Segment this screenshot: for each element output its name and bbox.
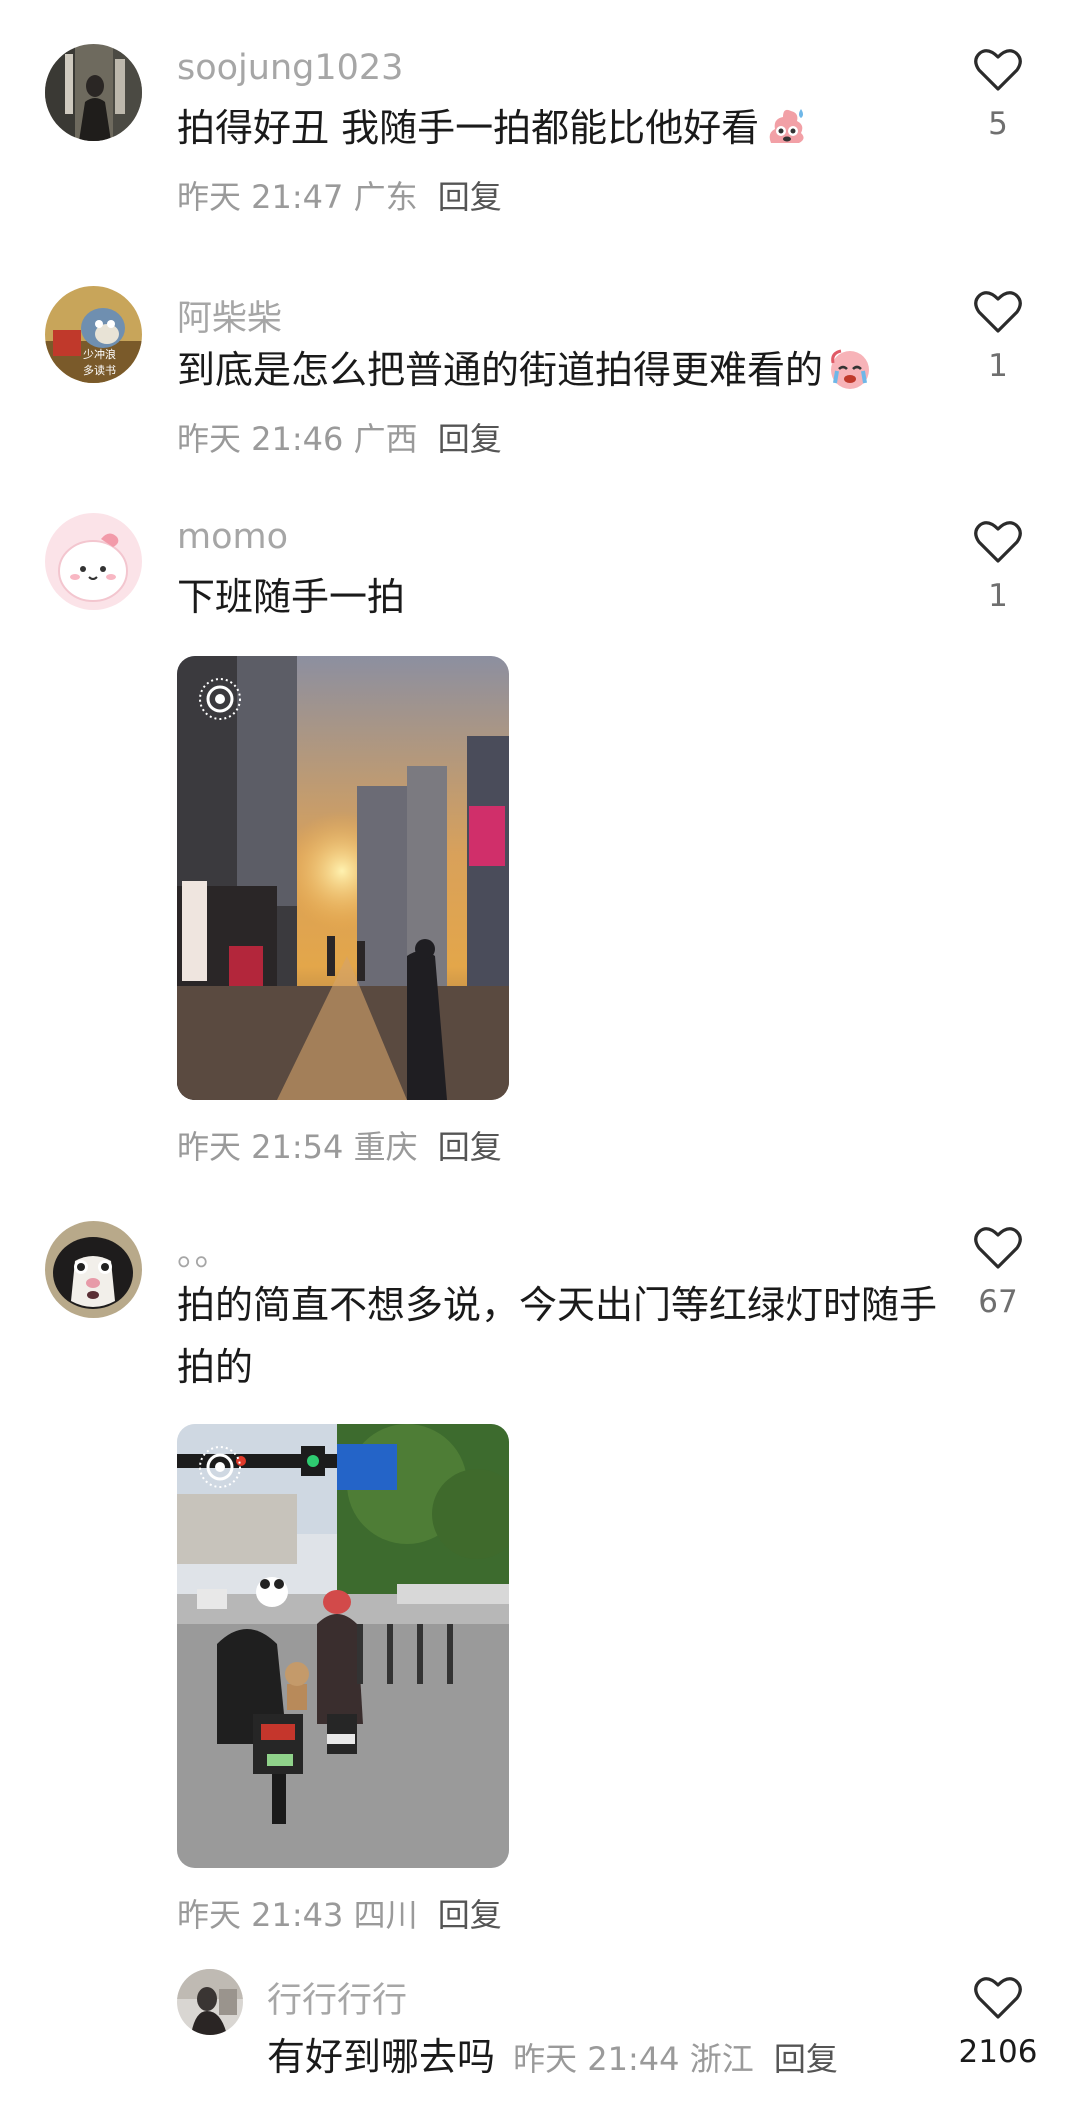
scooter-street-photo[interactable] — [177, 1424, 509, 1868]
reply-button[interactable]: 回复 — [438, 178, 502, 216]
avatar[interactable] — [45, 1221, 142, 1318]
heart-icon — [974, 521, 1022, 563]
comment-text-content: 有好到哪去吗 — [267, 2035, 496, 2079]
comment-time: 昨天 21:44 — [513, 2040, 680, 2078]
comment-meta: 昨天 21:47 广东 回复 — [177, 172, 502, 218]
like-count: 1 — [988, 348, 1008, 384]
live-photo-icon — [199, 1446, 241, 1488]
comment-text-content: 到底是怎么把普通的街道拍得更难看的 — [177, 348, 824, 392]
live-photo-icon — [199, 678, 241, 720]
username[interactable]: soojung1023 — [177, 48, 403, 88]
like-button[interactable]: 67 — [958, 1226, 1038, 1320]
comment-text-content: 下班随手一拍 — [177, 575, 406, 619]
like-count: 2106 — [958, 2034, 1038, 2070]
reply-button[interactable]: 回复 — [438, 1128, 502, 1166]
comment-time: 昨天 21:54 — [177, 1128, 344, 1166]
comment-text: 拍得好丑 我随手一拍都能比他好看 — [177, 97, 947, 159]
heart-icon — [974, 49, 1022, 91]
comment-time: 昨天 21:47 — [177, 178, 344, 216]
username[interactable]: 行行行行 — [267, 1972, 407, 2023]
heart-icon — [974, 1977, 1022, 2019]
sunset-street-photo[interactable] — [177, 656, 509, 1100]
avatar[interactable] — [177, 1969, 243, 2035]
comment-location: 四川 — [353, 1896, 418, 1934]
like-button[interactable]: 1 — [958, 520, 1038, 614]
like-button[interactable]: 5 — [958, 48, 1038, 142]
comment-location: 浙江 — [689, 2040, 754, 2078]
like-button[interactable]: 2106 — [958, 1976, 1038, 2070]
comment-location: 重庆 — [353, 1128, 418, 1166]
avatar[interactable]: 少冲浪 多读书 — [45, 286, 142, 383]
comment-text-content: 拍得好丑 我随手一拍都能比他好看 — [177, 106, 760, 150]
comment-location: 广西 — [353, 420, 418, 458]
avatar[interactable] — [45, 513, 142, 610]
like-button[interactable]: 1 — [958, 290, 1038, 384]
comment-meta: 昨天 21:46 广西 回复 — [177, 414, 502, 460]
heart-icon — [974, 1227, 1022, 1269]
comment-meta: 昨天 21:43 四川 回复 — [177, 1890, 502, 1936]
comment-list: soojung1023 拍得好丑 我随手一拍都能比他好看 昨天 21:47 广东… — [0, 0, 1080, 2113]
comment-text-content: 拍的简直不想多说，今天出门等红绿灯时随手拍的 — [177, 1283, 938, 1389]
comment-location: 广东 — [353, 178, 418, 216]
username[interactable]: momo — [177, 517, 288, 557]
like-count: 67 — [978, 1284, 1018, 1320]
like-count: 1 — [988, 578, 1008, 614]
sweat-poop-emoji — [763, 103, 809, 149]
comment-time: 昨天 21:43 — [177, 1896, 344, 1934]
reply-button[interactable]: 回复 — [438, 1896, 502, 1934]
reply-button[interactable]: 回复 — [774, 2040, 838, 2078]
comment-text: 有好到哪去吗 昨天 21:44 浙江 回复 — [267, 2026, 967, 2090]
comment-text: 下班随手一拍 — [177, 566, 947, 628]
comment-text: 到底是怎么把普通的街道拍得更难看的 — [177, 339, 947, 401]
comment-time: 昨天 21:46 — [177, 420, 344, 458]
crying-face-emoji — [827, 345, 873, 391]
svg-text:少冲浪: 少冲浪 — [83, 347, 116, 361]
like-count: 5 — [988, 106, 1008, 142]
username[interactable]: 阿柴柴 — [177, 290, 282, 341]
comment-text: 拍的简直不想多说，今天出门等红绿灯时随手拍的 — [177, 1274, 947, 1398]
comment-meta: 昨天 21:54 重庆 回复 — [177, 1122, 502, 1168]
avatar[interactable] — [45, 44, 142, 141]
reply-button[interactable]: 回复 — [438, 420, 502, 458]
username[interactable]: 。。 — [177, 1225, 230, 1276]
svg-text:多读书: 多读书 — [83, 363, 116, 377]
heart-icon — [974, 291, 1022, 333]
